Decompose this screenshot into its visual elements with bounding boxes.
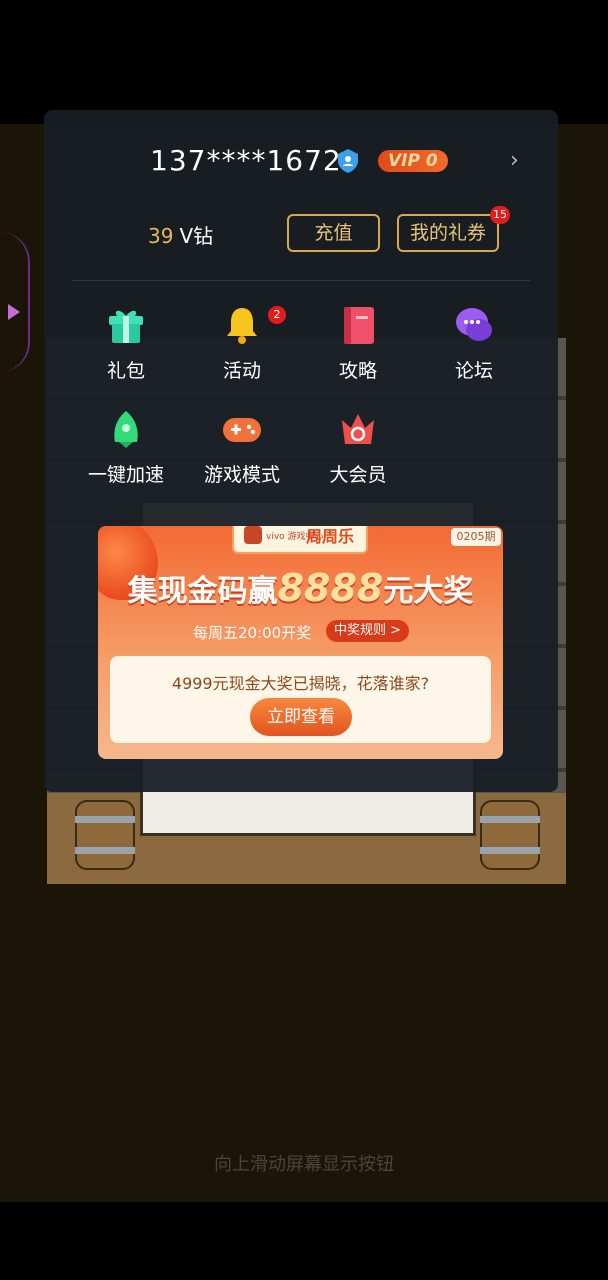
promo-banner[interactable]: vivo 游戏中心 周周乐 0205期 集现金码赢8888元大奖 每周五20:0… — [98, 526, 503, 759]
v-diamond-unit: V钻 — [179, 224, 214, 248]
promo-title: 集现金码赢8888元大奖 — [98, 566, 503, 610]
prize-rules-button[interactable]: 中奖规则 > — [326, 620, 410, 642]
barrel-left — [75, 800, 135, 870]
vivo-logo-icon — [244, 526, 262, 544]
account-phone[interactable]: 137****1672 — [150, 144, 342, 177]
view-now-button[interactable]: 立即查看 — [250, 698, 352, 736]
promo-title-post: 元大奖 — [383, 574, 474, 609]
gamepad-icon — [223, 418, 261, 442]
v-diamond-amount: 39 — [148, 224, 174, 248]
menu-item-guide[interactable]: 攻略 — [308, 304, 408, 400]
menu-label: 一键加速 — [87, 464, 164, 486]
gifts-count-badge: 15 — [490, 206, 510, 224]
promo-brand-sub: vivo 游戏中心 — [266, 532, 324, 542]
barrel-right — [480, 800, 540, 870]
events-badge: 2 — [268, 306, 286, 324]
bell-icon — [227, 308, 257, 344]
book-icon — [344, 307, 374, 344]
side-arrow-icon[interactable] — [8, 304, 20, 320]
promo-period: 0205期 — [451, 528, 501, 546]
rocket-icon — [114, 411, 138, 448]
menu-item-membership[interactable]: 大会员 — [308, 408, 408, 504]
promo-title-pre: 集现金码赢 — [127, 574, 278, 609]
verified-shield-icon — [338, 149, 358, 173]
promo-tab: vivo 游戏中心 周周乐 — [232, 526, 368, 554]
menu-label: 礼包 — [106, 360, 145, 382]
recharge-button[interactable]: 充值 — [287, 214, 380, 252]
crown-icon — [342, 414, 374, 444]
menu-label: 论坛 — [454, 360, 493, 382]
vip-badge[interactable]: VIP 0 — [378, 150, 448, 172]
menu-label: 活动 — [222, 360, 261, 382]
menu-label: 大会员 — [329, 464, 387, 486]
menu-item-boost[interactable]: 一键加速 — [76, 408, 176, 504]
promo-message: 4999元现金大奖已揭晓，花落谁家? — [171, 674, 430, 693]
v-diamond-balance: 39 V钻 — [148, 220, 213, 249]
menu-item-forum[interactable]: 论坛 — [424, 304, 524, 400]
swipe-hint: 向上滑动屏幕显示按钮 — [214, 1154, 394, 1175]
menu-label: 游戏模式 — [203, 464, 280, 486]
promo-schedule: 每周五20:00开奖 — [193, 624, 312, 642]
vip-level: 0 — [425, 151, 438, 171]
menu-item-game-mode[interactable]: 游戏模式 — [192, 408, 292, 504]
chevron-right-icon[interactable]: › — [510, 148, 519, 173]
gift-icon — [109, 310, 143, 343]
side-swipe-handle[interactable] — [0, 232, 30, 372]
chat-bubbles-icon — [456, 308, 492, 341]
my-gifts-button[interactable]: 我的礼券 — [397, 214, 499, 252]
menu-item-gift[interactable]: 礼包 — [76, 304, 176, 400]
promo-title-amount: 8888 — [277, 566, 384, 610]
vip-label: VIP — [388, 151, 420, 171]
divider — [72, 280, 530, 281]
menu-label: 攻略 — [338, 360, 377, 382]
promo-card: 4999元现金大奖已揭晓，花落谁家? 立即查看 — [110, 656, 491, 743]
